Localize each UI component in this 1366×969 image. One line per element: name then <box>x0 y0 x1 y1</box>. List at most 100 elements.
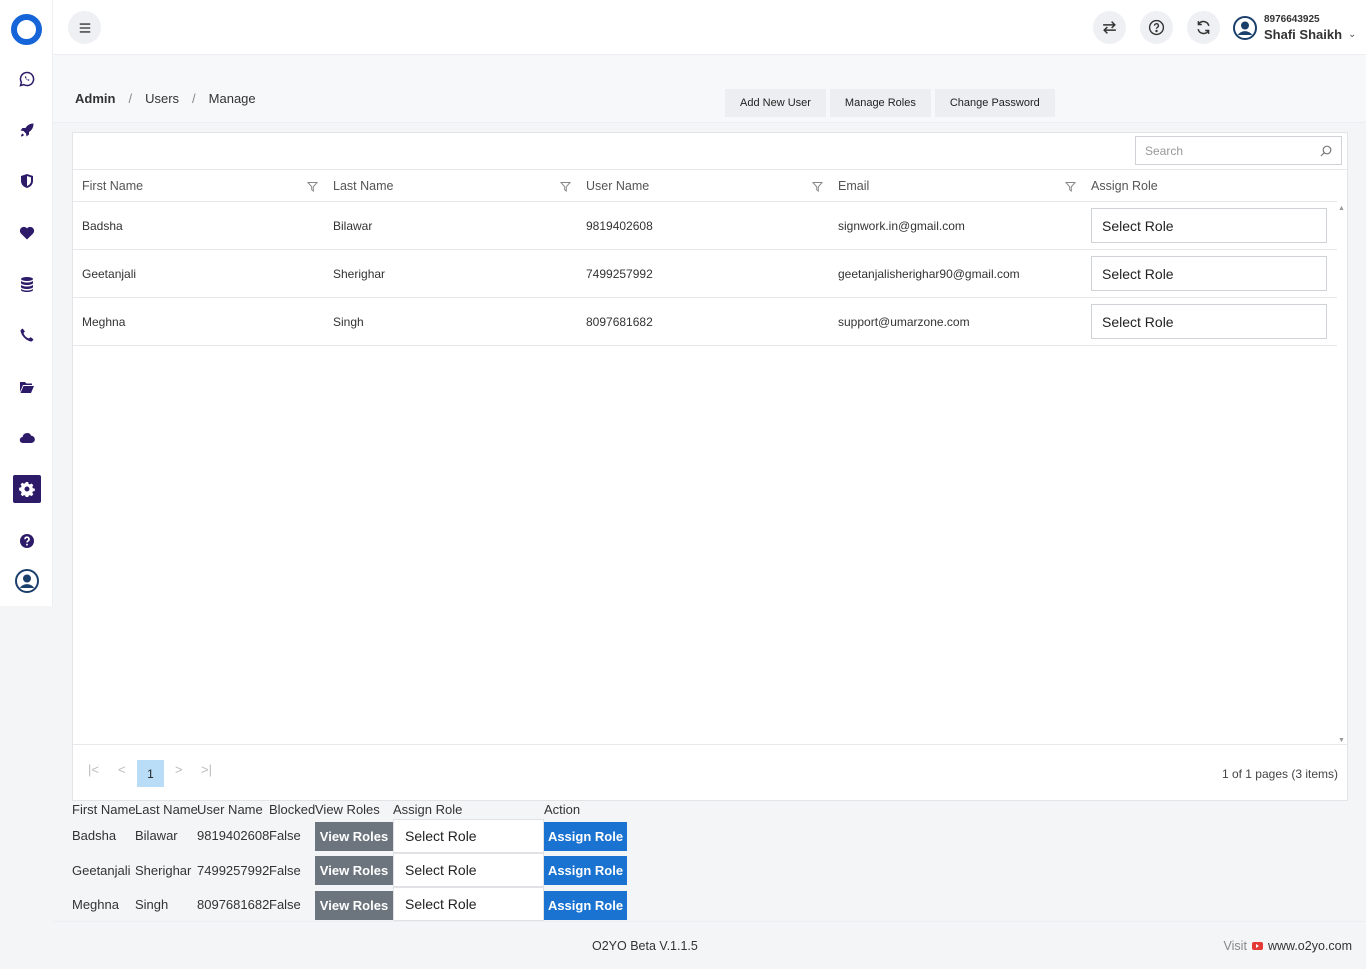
question-circle-icon[interactable] <box>1140 11 1173 44</box>
raw-cell-blocked: False <box>269 828 301 843</box>
help-icon[interactable] <box>13 527 41 555</box>
raw-cell-first-name: Badsha <box>72 828 117 843</box>
cell-first-name: Meghna <box>82 314 126 329</box>
breadcrumb-separator: / <box>192 91 196 106</box>
cell-first-name: Geetanjali <box>82 266 137 281</box>
search-box <box>1135 136 1342 165</box>
cell-first-name: Badsha <box>82 218 123 233</box>
next-page-icon[interactable]: > <box>175 762 183 777</box>
column-header-assign-role: Assign Role <box>1082 170 1337 201</box>
user-avatar-icon <box>1233 16 1257 40</box>
grid-body: Badsha Bilawar 9819402608 signwork.in@gm… <box>73 202 1347 744</box>
raw-cell-last-name: Sherighar <box>135 863 192 878</box>
breadcrumb-separator: / <box>128 91 133 106</box>
user-name: Shafi Shaikh <box>1264 27 1343 42</box>
switch-icon[interactable] <box>1093 11 1126 44</box>
gear-icon[interactable] <box>13 475 41 503</box>
column-header-label: Assign Role <box>1091 178 1158 193</box>
table-row[interactable]: Geetanjali Sherighar 7499257992 geetanja… <box>73 250 1337 298</box>
column-header-last-name[interactable]: Last Name <box>324 170 577 201</box>
role-select[interactable]: Select Role <box>1091 208 1327 243</box>
raw-header-last-name: Last Name <box>135 802 198 817</box>
raw-header-assign-role: Assign Role <box>393 802 463 817</box>
view-roles-button[interactable]: View Roles <box>315 856 393 885</box>
raw-header-first-name: First Name <box>72 802 136 817</box>
cell-user-name: 7499257992 <box>586 266 653 281</box>
raw-role-select[interactable]: Select Role <box>393 819 544 853</box>
website-link[interactable]: www.o2yo.com <box>1268 939 1352 953</box>
user-menu[interactable]: 8976643925 Shafi Shaikh ⌄ <box>1233 10 1356 46</box>
phone-icon[interactable] <box>13 321 41 349</box>
breadcrumb-manage: Manage <box>208 91 256 106</box>
app-version: O2YO Beta V.1.1.5 <box>592 939 698 953</box>
assign-role-button[interactable]: Assign Role <box>544 856 627 885</box>
raw-cell-blocked: False <box>269 863 301 878</box>
database-icon[interactable] <box>13 270 41 298</box>
search-icon[interactable] <box>1320 145 1332 157</box>
column-header-label: Email <box>838 178 870 193</box>
shield-icon[interactable] <box>13 167 41 195</box>
raw-cell-user-name: 8097681682 <box>197 897 270 912</box>
role-select[interactable]: Select Role <box>1091 256 1327 291</box>
first-page-icon[interactable]: |< <box>88 762 99 777</box>
raw-header-blocked: Blocked <box>269 802 316 817</box>
menu-icon[interactable] <box>68 11 101 44</box>
grid-toolbar <box>73 133 1347 170</box>
whatsapp-icon[interactable] <box>13 65 41 93</box>
folder-open-icon[interactable] <box>13 373 41 401</box>
raw-cell-user-name: 7499257992 <box>197 863 270 878</box>
profile-icon[interactable] <box>13 567 41 595</box>
raw-cell-last-name: Bilawar <box>135 828 178 843</box>
cell-last-name: Singh <box>333 314 364 329</box>
raw-role-select[interactable]: Select Role <box>393 853 544 887</box>
cell-email: support@umarzone.com <box>838 314 970 329</box>
pager: |< < 1 > >| 1 of 1 pages (3 items) <box>73 744 1347 800</box>
grid-header: First Name Last Name User Name Email Ass… <box>73 170 1337 202</box>
last-page-icon[interactable]: >| <box>201 762 212 777</box>
page-number-button[interactable]: 1 <box>137 760 164 787</box>
view-roles-button[interactable]: View Roles <box>315 891 393 920</box>
change-password-button[interactable]: Change Password <box>934 89 1055 117</box>
breadcrumb-admin[interactable]: Admin <box>75 91 115 106</box>
raw-header-action: Action <box>544 802 581 817</box>
vertical-scrollbar[interactable]: ▲ ▼ <box>1335 165 1347 744</box>
assign-role-button[interactable]: Assign Role <box>544 822 627 851</box>
filter-icon[interactable] <box>812 181 823 192</box>
cell-user-name: 8097681682 <box>586 314 653 329</box>
filter-icon[interactable] <box>1065 181 1076 192</box>
breadcrumb-users[interactable]: Users <box>145 91 179 106</box>
sidebar <box>0 0 53 606</box>
refresh-icon[interactable] <box>1187 11 1220 44</box>
column-header-user-name[interactable]: User Name <box>577 170 829 201</box>
scroll-down-icon[interactable]: ▼ <box>1338 737 1345 744</box>
raw-cell-blocked: False <box>269 897 301 912</box>
cell-last-name: Sherighar <box>333 266 386 281</box>
raw-role-select[interactable]: Select Role <box>393 887 544 921</box>
app-logo[interactable] <box>11 14 42 45</box>
manage-roles-button[interactable]: Manage Roles <box>829 89 931 117</box>
pager-info: 1 of 1 pages (3 items) <box>1221 767 1338 781</box>
column-header-email[interactable]: Email <box>829 170 1082 201</box>
topbar: 8976643925 Shafi Shaikh ⌄ <box>53 0 1366 55</box>
assign-role-button[interactable]: Assign Role <box>544 891 627 920</box>
add-new-user-button[interactable]: Add New User <box>725 89 826 117</box>
raw-cell-first-name: Meghna <box>72 897 119 912</box>
table-row[interactable]: Badsha Bilawar 9819402608 signwork.in@gm… <box>73 202 1337 250</box>
column-header-first-name[interactable]: First Name <box>73 170 324 201</box>
prev-page-icon[interactable]: < <box>118 762 126 777</box>
filter-icon[interactable] <box>307 181 318 192</box>
scroll-up-icon[interactable]: ▲ <box>1338 205 1345 212</box>
users-grid: First Name Last Name User Name Email Ass… <box>72 132 1348 801</box>
heart-icon[interactable] <box>13 219 41 247</box>
table-row[interactable]: Meghna Singh 8097681682 support@umarzone… <box>73 298 1337 346</box>
youtube-icon <box>1251 942 1263 950</box>
rocket-icon[interactable] <box>13 116 41 144</box>
role-select[interactable]: Select Role <box>1091 304 1327 339</box>
search-input[interactable] <box>1145 143 1320 158</box>
footer-visit: Visit www.o2yo.com <box>1224 939 1352 953</box>
filter-icon[interactable] <box>560 181 571 192</box>
column-header-label: User Name <box>586 178 650 193</box>
cloud-icon[interactable] <box>13 424 41 452</box>
cell-last-name: Bilawar <box>333 218 373 233</box>
view-roles-button[interactable]: View Roles <box>315 822 393 851</box>
